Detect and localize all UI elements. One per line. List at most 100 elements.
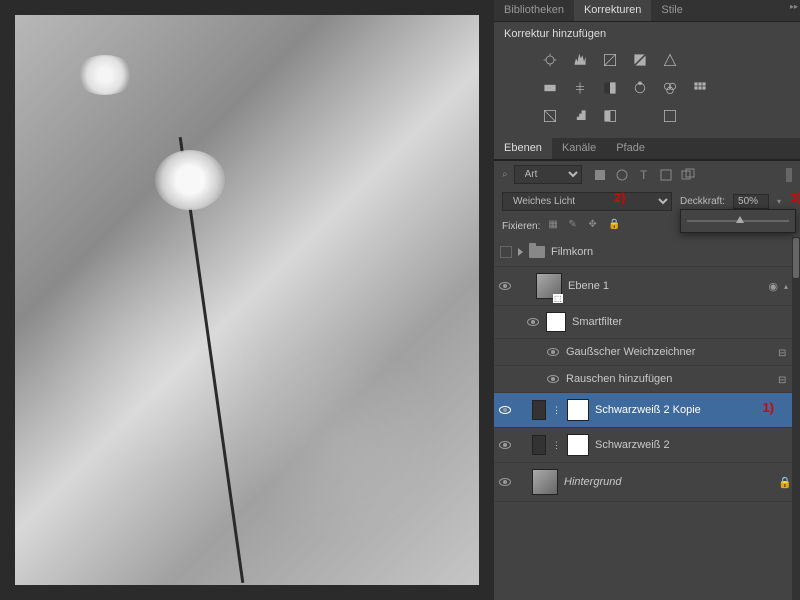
eye-icon — [527, 318, 539, 326]
blend-mode-select[interactable]: Weiches Licht — [502, 192, 672, 211]
opacity-slider-popup[interactable] — [680, 209, 796, 233]
eye-icon — [547, 375, 559, 383]
filter-add-noise[interactable]: Rauschen hinzufügen ⊟ — [494, 366, 792, 393]
layer-mask-thumbnail[interactable] — [567, 399, 589, 421]
lock-icons: ▦ ✎ ✥ 🔒 — [548, 219, 622, 233]
filter-type-icon[interactable]: T — [636, 167, 652, 183]
vibrance-icon[interactable] — [659, 50, 681, 70]
tab-korrekturen[interactable]: Korrekturen — [574, 0, 651, 21]
layer-name[interactable]: Schwarzweiß 2 — [595, 439, 788, 451]
layer-name[interactable]: Smartfilter — [572, 316, 788, 328]
annotation-2: 2) — [614, 190, 626, 205]
layer-name[interactable]: Ebene 1 — [568, 280, 762, 292]
scrollbar-thumb[interactable] — [793, 238, 799, 278]
layer-thumbnail[interactable]: ⬚ — [536, 273, 562, 299]
exposure-icon[interactable] — [629, 50, 651, 70]
filter-options-icon[interactable]: ⊟ — [778, 375, 788, 383]
visibility-toggle[interactable] — [546, 345, 560, 359]
color-balance-icon[interactable] — [569, 78, 591, 98]
adjustments-row-2 — [504, 74, 790, 102]
filter-name[interactable]: Rauschen hinzufügen — [566, 373, 772, 385]
filter-smart-icon[interactable] — [680, 167, 696, 183]
slider-track[interactable] — [687, 220, 789, 222]
lock-label: Fixieren: — [502, 221, 540, 232]
layer-smartfilter[interactable]: Smartfilter — [494, 306, 792, 339]
lock-pixels-icon[interactable]: ✎ — [568, 219, 582, 233]
tab-kanale[interactable]: Kanäle — [552, 138, 606, 159]
filter-shape-icon[interactable] — [658, 167, 674, 183]
layer-thumbnail[interactable] — [532, 469, 558, 495]
opacity-label: Deckkraft: — [680, 196, 725, 207]
lock-position-icon[interactable]: ✥ — [588, 219, 602, 233]
layer-mask-thumbnail[interactable] — [567, 434, 589, 456]
link-icon[interactable]: ⋮ — [552, 440, 561, 451]
curves-icon[interactable] — [599, 50, 621, 70]
posterize-icon[interactable] — [569, 106, 591, 126]
threshold-icon[interactable] — [599, 106, 621, 126]
filter-toggle[interactable] — [786, 168, 792, 182]
black-white-icon[interactable] — [599, 78, 621, 98]
tab-pfade[interactable]: Pfade — [606, 138, 655, 159]
adjustments-row-1 — [504, 46, 790, 74]
image-bokeh — [15, 15, 479, 585]
filter-adjustment-icon[interactable] — [614, 167, 630, 183]
lock-all-icon[interactable]: 🔒 — [608, 219, 622, 233]
opacity-input[interactable] — [733, 194, 769, 209]
smart-object-badge: ⬚ — [553, 294, 563, 303]
visibility-toggle[interactable] — [498, 475, 512, 489]
layer-ebene1[interactable]: ⬚ Ebene 1 ◉ ▴ — [494, 267, 792, 306]
layer-name[interactable]: Filmkorn — [551, 246, 788, 258]
color-lookup-icon[interactable] — [689, 78, 711, 98]
folder-icon — [529, 246, 545, 258]
layer-hintergrund[interactable]: Hintergrund 🔒 — [494, 463, 792, 502]
tab-ebenen[interactable]: Ebenen — [494, 138, 552, 159]
image-flower — [155, 150, 225, 210]
layer-name[interactable]: Schwarzweiß 2 Kopie — [595, 404, 788, 416]
hue-sat-icon[interactable] — [539, 78, 561, 98]
opacity-dropdown-icon[interactable]: ▾ — [777, 197, 781, 206]
filter-pixel-icon[interactable] — [592, 167, 608, 183]
slider-thumb[interactable] — [736, 216, 744, 223]
brightness-contrast-icon[interactable] — [539, 50, 561, 70]
eye-icon — [499, 478, 511, 486]
visibility-toggle[interactable] — [546, 372, 560, 386]
search-icon: ⌕ — [502, 169, 508, 180]
layer-name[interactable]: Hintergrund — [564, 476, 772, 488]
layer-group-filmkorn[interactable]: Filmkorn — [494, 237, 792, 267]
lock-row: Fixieren: ▦ ✎ ✥ 🔒 — [494, 215, 800, 237]
collapse-panels-icon[interactable]: ▸▸ — [790, 2, 798, 11]
tab-bibliotheken[interactable]: Bibliotheken — [494, 0, 574, 21]
visibility-toggle[interactable] — [526, 315, 540, 329]
annotation-3: 3) — [790, 190, 800, 205]
filter-gaussian-blur[interactable]: Gaußscher Weichzeichner ⊟ — [494, 339, 792, 366]
link-icon[interactable]: ⋮ — [552, 405, 561, 416]
photo-filter-icon[interactable] — [629, 78, 651, 98]
visibility-toggle[interactable] — [498, 403, 512, 417]
gradient-map-icon[interactable] — [629, 106, 651, 126]
layers-tab-bar: Ebenen Kanäle Pfade — [494, 138, 800, 160]
tab-stile[interactable]: Stile — [651, 0, 692, 21]
layers-scrollbar[interactable] — [792, 237, 800, 600]
filter-type-select[interactable]: Art — [514, 165, 582, 184]
selective-color-icon[interactable] — [659, 106, 681, 126]
channel-mixer-icon[interactable] — [659, 78, 681, 98]
lock-transparency-icon[interactable]: ▦ — [548, 219, 562, 233]
visibility-toggle[interactable] — [498, 438, 512, 452]
expand-icon[interactable]: ▴ — [784, 282, 788, 291]
filter-name[interactable]: Gaußscher Weichzeichner — [566, 346, 772, 358]
levels-icon[interactable] — [569, 50, 591, 70]
lock-icon[interactable]: 🔒 — [778, 476, 788, 488]
visibility-toggle[interactable] — [498, 279, 512, 293]
filter-effects-icon[interactable]: ◉ — [768, 280, 778, 293]
visibility-checkbox[interactable] — [500, 246, 512, 258]
layer-sw2-kopie[interactable]: ⋮ Schwarzweiß 2 Kopie 1) — [494, 393, 792, 428]
invert-icon[interactable] — [539, 106, 561, 126]
adjustment-icon — [532, 435, 546, 455]
filter-options-icon[interactable]: ⊟ — [778, 348, 788, 356]
filter-mask-thumbnail[interactable] — [546, 312, 566, 332]
disclosure-icon[interactable] — [518, 248, 523, 256]
adjustments-row-3 — [504, 102, 790, 130]
document-canvas[interactable] — [15, 15, 479, 585]
layer-sw2[interactable]: ⋮ Schwarzweiß 2 — [494, 428, 792, 463]
panels-sidebar: ▸▸ Bibliotheken Korrekturen Stile Korrek… — [494, 0, 800, 600]
